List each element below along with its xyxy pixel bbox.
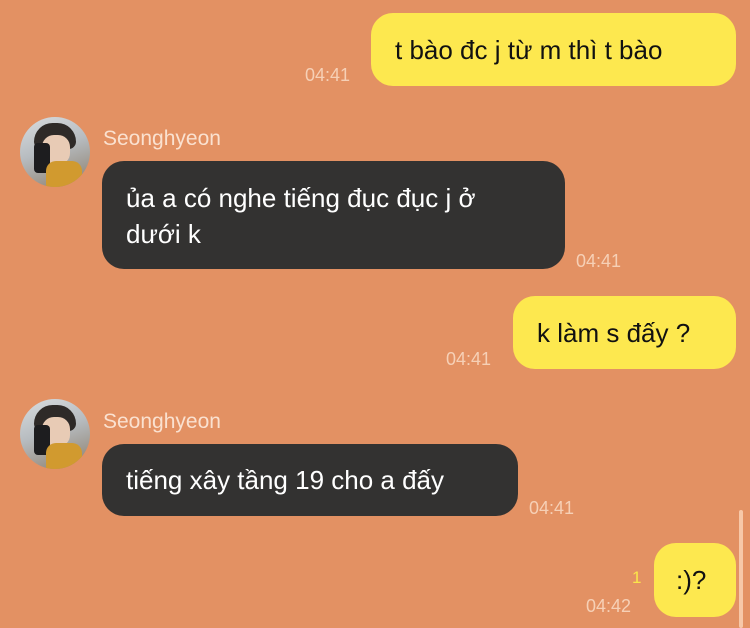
avatar[interactable] — [20, 399, 90, 469]
message-time: 04:41 — [529, 498, 575, 518]
chat-window[interactable]: t bào đc j từ m thì t bào 04:41 Seonghye… — [0, 0, 750, 628]
message-time: 04:41 — [446, 349, 492, 369]
sender-name: Seonghyeon — [103, 410, 221, 433]
my-message-bubble[interactable]: k làm s đấy ? — [513, 296, 736, 369]
message-time: 04:41 — [305, 65, 351, 85]
message-text: t bào đc j từ m thì t bào — [395, 34, 663, 65]
message-text: :)? — [676, 565, 707, 595]
their-message-bubble[interactable]: ủa a có nghe tiếng đục đục j ở dưới k — [102, 161, 565, 269]
message-line: tiếng xây tầng 19 cho a đấy — [126, 465, 445, 495]
avatar[interactable] — [20, 117, 90, 187]
message-time: 04:41 — [576, 251, 622, 271]
message-line: ủa a có nghe tiếng đục đục j ở — [126, 183, 476, 213]
message-time: 04:42 — [586, 596, 632, 616]
sender-name: Seonghyeon — [103, 127, 221, 150]
my-message-bubble[interactable]: t bào đc j từ m thì t bào — [371, 13, 736, 86]
unread-count-badge: 1 — [632, 568, 642, 587]
my-message-bubble[interactable]: :)? — [654, 543, 736, 617]
their-message-bubble[interactable]: tiếng xây tầng 19 cho a đấy — [102, 444, 518, 516]
message-line: dưới k — [126, 219, 201, 249]
message-text: k làm s đấy ? — [537, 317, 691, 348]
scrollbar[interactable] — [739, 510, 743, 628]
